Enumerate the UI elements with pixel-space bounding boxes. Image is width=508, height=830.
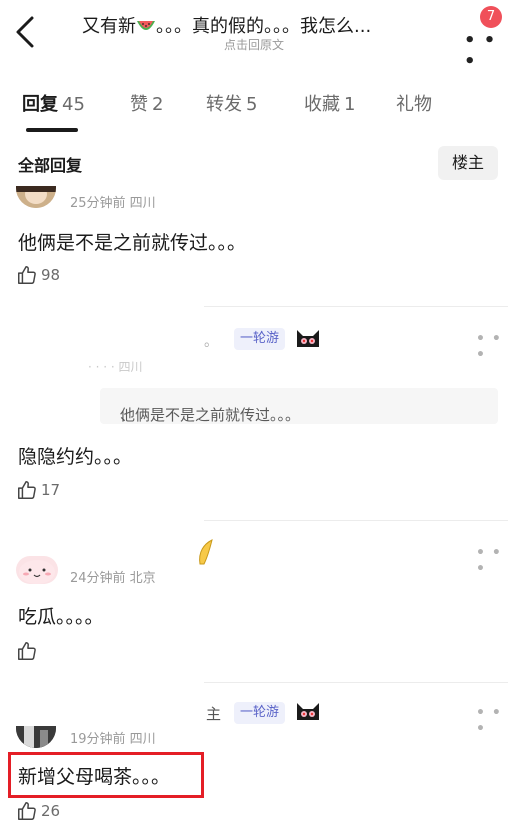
user-tag: 一轮游 <box>234 702 286 724</box>
back-to-original-link[interactable]: 点击回原文 <box>0 36 508 53</box>
tab-reposts-count: 5 <box>246 94 258 115</box>
avatar[interactable] <box>16 726 56 748</box>
like-count: 98 <box>41 266 61 284</box>
comment-more-icon[interactable]: • • • <box>476 331 508 363</box>
thumb-up-icon <box>18 266 36 284</box>
comment-divider <box>204 682 508 683</box>
like-count: 17 <box>41 481 61 499</box>
user-tag: 一轮游 <box>234 328 286 350</box>
thumb-up-icon <box>18 802 36 820</box>
like-button[interactable] <box>16 640 41 662</box>
tab-favorites-count: 1 <box>344 94 356 115</box>
comment-meta: 19分钟前 四川 <box>70 732 156 747</box>
tab-likes-count: 2 <box>152 94 164 115</box>
tab-likes-label: 赞 <box>130 94 148 115</box>
comment-meta: 25分钟前 四川 <box>70 196 156 211</box>
faded-name-fragment: 。 <box>204 334 218 350</box>
like-count: 26 <box>41 802 61 820</box>
tab-favorites-label: 收藏 <box>304 94 340 115</box>
tab-bar: 回复 45 赞2 转发 5 收藏 1 礼物 <box>0 84 508 134</box>
title-text-start: 又有新 <box>82 16 136 37</box>
like-button[interactable]: 17 <box>16 479 60 501</box>
comment-text: 隐隐约约。。。 <box>18 446 133 468</box>
comment-text: 他俩是不是之前就传过。。。 <box>18 232 247 254</box>
tab-replies-count: 45 <box>62 94 85 115</box>
tab-reposts-label: 转发 <box>206 94 242 115</box>
more-options-icon[interactable]: • • • <box>464 30 508 72</box>
active-tab-indicator <box>26 128 78 132</box>
comment-more-icon[interactable]: • • • <box>476 705 508 737</box>
tab-gifts-label: 礼物 <box>396 94 432 115</box>
like-button[interactable]: 26 <box>16 800 60 822</box>
top-bar: 又有新 。。。真的假的。。。我怎么... 点击回原文 • • • 7 <box>0 0 508 72</box>
comment-divider <box>204 306 508 307</box>
like-button[interactable]: 98 <box>16 264 60 286</box>
tab-reposts[interactable]: 转发 5 <box>206 90 257 116</box>
bunny-face-icon <box>19 560 55 584</box>
thumb-up-icon <box>18 642 36 660</box>
comment-meta: 24分钟前 北京 <box>70 571 156 586</box>
tab-gifts[interactable]: 礼物 <box>396 90 432 116</box>
tab-likes[interactable]: 赞2 <box>130 90 163 116</box>
watermelon-icon <box>137 21 155 30</box>
tab-replies-label: 回复 <box>22 94 58 115</box>
avatar[interactable] <box>16 186 56 208</box>
owner-label-fragment: 主 <box>206 705 222 723</box>
title-text-end: 。。。真的假的。。。我怎么... <box>156 16 372 37</box>
tab-favorites[interactable]: 收藏 1 <box>304 90 355 116</box>
banana-sticker-icon <box>199 539 213 565</box>
notification-badge[interactable]: 7 <box>480 6 502 28</box>
quote-text: 他俩是不是之前就传过。。。 <box>120 406 301 424</box>
comment-text: 吃瓜。。。。 <box>18 606 104 628</box>
tab-replies[interactable]: 回复 45 <box>22 90 85 116</box>
post-title[interactable]: 又有新 。。。真的假的。。。我怎么... <box>82 12 448 38</box>
user-face-icon <box>16 186 56 208</box>
thumb-up-icon <box>18 481 36 499</box>
comment-more-icon[interactable]: • • • <box>476 545 508 577</box>
quoted-reply[interactable]: 、 他俩是不是之前就传过。。。 <box>100 388 498 424</box>
faded-meta: · · · · 四川 <box>88 360 143 374</box>
owner-only-button[interactable]: 楼主 <box>438 146 498 180</box>
cat-badge-icon <box>297 703 319 720</box>
cat-badge-icon <box>297 330 319 347</box>
user-photo-icon <box>16 726 56 748</box>
avatar[interactable] <box>16 556 58 584</box>
comment-divider <box>204 520 508 521</box>
red-highlight-box <box>8 752 204 798</box>
all-replies-heading: 全部回复 <box>18 156 83 175</box>
